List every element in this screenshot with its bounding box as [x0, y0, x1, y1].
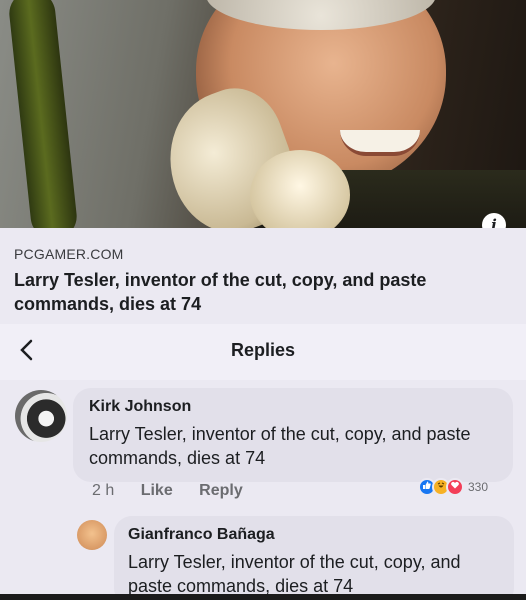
comment-text: Larry Tesler, inventor of the cut, copy,…	[89, 424, 471, 468]
reply-button[interactable]: Reply	[199, 482, 243, 499]
comment-text: Larry Tesler, inventor of the cut, copy,…	[128, 552, 461, 596]
comment-bubble[interactable]: Gianfranco Bañaga Larry Tesler, inventor…	[114, 516, 514, 600]
replies-header: Replies	[0, 324, 526, 380]
comment-actions: 2 h Like Reply	[92, 482, 265, 500]
avatar[interactable]	[15, 390, 67, 442]
comment-author[interactable]: Kirk Johnson	[89, 398, 497, 416]
link-headline[interactable]: Larry Tesler, inventor of the cut, copy,…	[14, 268, 512, 316]
comment-timestamp[interactable]: 2 h	[92, 482, 114, 499]
love-reaction-icon	[446, 478, 464, 496]
comment-bubble[interactable]: Kirk Johnson Larry Tesler, inventor of t…	[73, 388, 513, 482]
like-button[interactable]: Like	[141, 482, 173, 499]
flower-stem	[7, 0, 79, 228]
replies-title: Replies	[230, 340, 296, 360]
reaction-count: 330	[468, 480, 489, 494]
link-preview[interactable]: PCGAMER.COM Larry Tesler, inventor of th…	[0, 228, 526, 320]
reactions-summary[interactable]: 330	[418, 476, 488, 498]
article-image[interactable]: i	[0, 0, 526, 228]
comment-author[interactable]: Gianfranco Bañaga	[128, 526, 500, 544]
link-domain: PCGAMER.COM	[14, 246, 124, 262]
avatar[interactable]	[77, 520, 107, 550]
screen-edge	[0, 594, 526, 600]
